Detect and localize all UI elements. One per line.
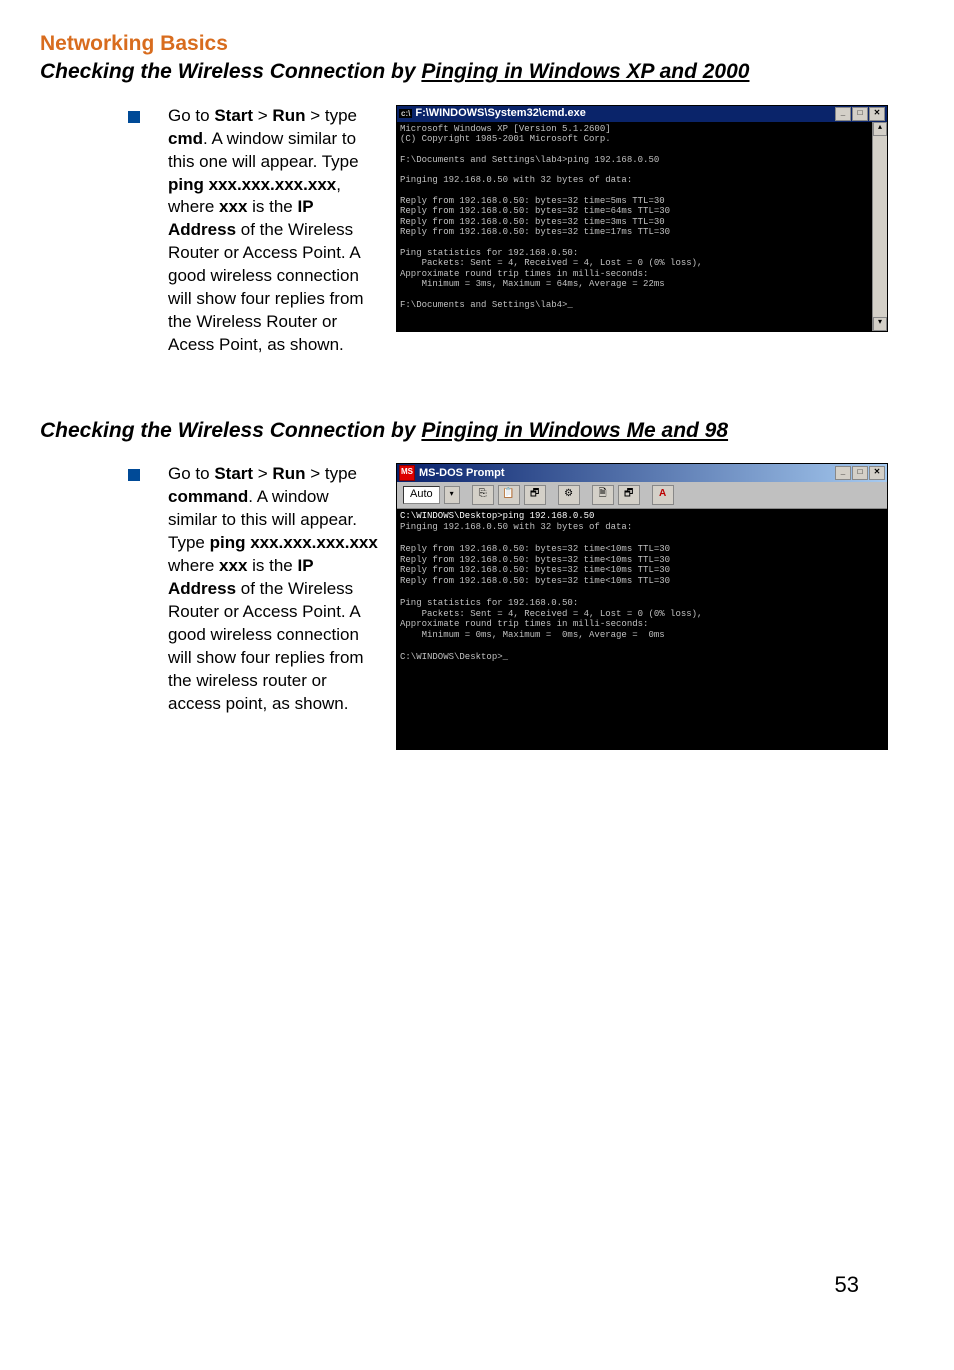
scroll-up-icon[interactable]: ▴: [873, 122, 887, 136]
instruction-98: Go to Start > Run > type command. A wind…: [168, 463, 378, 715]
cmd-output-xp: Microsoft Windows XP [Version 5.1.2600] …: [397, 122, 872, 331]
dos-output-98: C:\WINDOWS\Desktop>ping 192.168.0.50 Pin…: [397, 509, 887, 749]
titlebar-xp[interactable]: c:\ F:\WINDOWS\System32\cmd.exe _ □ ✕: [397, 106, 887, 122]
instruction-xp: Go to Start > Run > type cmd. A window s…: [168, 105, 378, 357]
toolbar-btn-font[interactable]: A: [652, 485, 674, 505]
cmd-icon: c:\: [399, 109, 412, 118]
minimize-button[interactable]: _: [835, 107, 851, 121]
subtitle-underline: Pinging in Windows XP and 2000: [421, 60, 749, 83]
section-subtitle-2: Checking the Wireless Connection by Ping…: [40, 417, 914, 445]
window-title-xp: F:\WINDOWS\System32\cmd.exe: [415, 107, 835, 120]
bullet-icon: [128, 111, 140, 123]
section-title: Networking Basics: [40, 30, 914, 58]
toolbar-btn-4[interactable]: ⚙: [558, 485, 580, 505]
window-title-98: MS-DOS Prompt: [419, 466, 835, 481]
dos-text: Pinging 192.168.0.50 with 32 bytes of da…: [400, 522, 702, 662]
section-subtitle: Checking the Wireless Connection by Ping…: [40, 58, 914, 86]
toolbar-btn-2[interactable]: 📋: [498, 485, 520, 505]
toolbar-btn-6[interactable]: 🗗: [618, 485, 640, 505]
toolbar-btn-1[interactable]: ⎘: [472, 485, 494, 505]
cmd-window-xp: c:\ F:\WINDOWS\System32\cmd.exe _ □ ✕ Mi…: [396, 105, 888, 332]
page-number: 53: [835, 1270, 859, 1300]
toolbar-btn-3[interactable]: 🗗: [524, 485, 546, 505]
msdos-icon: MS: [399, 465, 415, 481]
subtitle-plain: Checking the Wireless Connection by: [40, 60, 421, 83]
dos-firstline: C:\WINDOWS\Desktop>ping 192.168.0.50: [400, 511, 594, 521]
scrollbar[interactable]: ▴ ▾: [872, 122, 887, 331]
subtitle2-underline: Pinging in Windows Me and 98: [421, 419, 728, 442]
scroll-down-icon[interactable]: ▾: [873, 317, 887, 331]
maximize-button[interactable]: □: [852, 107, 868, 121]
cmd-text-xp: Microsoft Windows XP [Version 5.1.2600] …: [400, 124, 869, 310]
dropdown-icon[interactable]: ▾: [444, 486, 460, 504]
font-size-select[interactable]: Auto: [403, 486, 440, 504]
titlebar-98[interactable]: MS MS-DOS Prompt _ □ ✕: [397, 464, 887, 482]
bullet-icon: [128, 469, 140, 481]
close-button[interactable]: ✕: [869, 107, 885, 121]
maximize-button[interactable]: □: [852, 466, 868, 480]
subtitle2-plain: Checking the Wireless Connection by: [40, 419, 421, 442]
close-button[interactable]: ✕: [869, 466, 885, 480]
minimize-button[interactable]: _: [835, 466, 851, 480]
dos-window-98: MS MS-DOS Prompt _ □ ✕ Auto ▾ ⎘ 📋 🗗 ⚙ 🗎: [396, 463, 888, 750]
toolbar-btn-5[interactable]: 🗎: [592, 485, 614, 505]
toolbar-98: Auto ▾ ⎘ 📋 🗗 ⚙ 🗎 🗗 A: [397, 482, 887, 509]
